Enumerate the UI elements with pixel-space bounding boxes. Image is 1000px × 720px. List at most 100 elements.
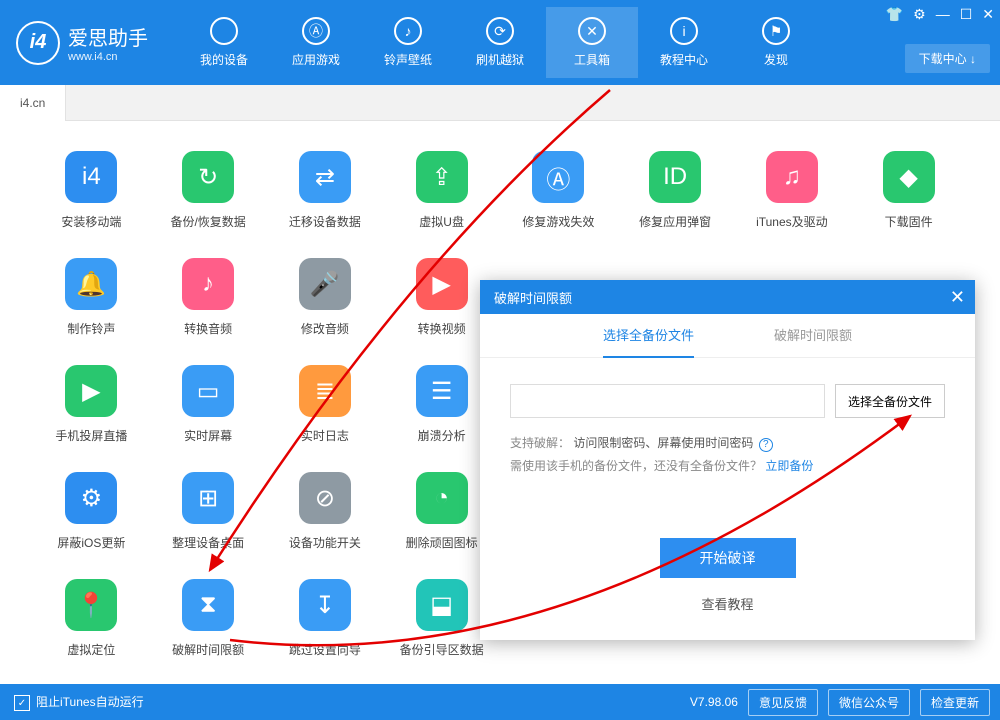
tool-label: 实时日志 bbox=[274, 427, 377, 444]
backup-path-input[interactable] bbox=[510, 384, 825, 418]
tool-label: 制作铃声 bbox=[40, 320, 143, 337]
view-tutorial-link[interactable]: 查看教程 bbox=[510, 594, 945, 613]
tool-label: 整理设备桌面 bbox=[157, 534, 260, 551]
tool-label: 设备功能开关 bbox=[274, 534, 377, 551]
close-icon[interactable]: ✕ bbox=[982, 6, 994, 23]
tool-icon: ⬓ bbox=[416, 579, 468, 631]
status-bar: 阻止iTunes自动运行 V7.98.06 意见反馈 微信公众号 检查更新 bbox=[0, 684, 1000, 720]
tool-备份/恢复数据[interactable]: ↻ 备份/恢复数据 bbox=[157, 151, 260, 230]
block-itunes-checkbox[interactable]: 阻止iTunes自动运行 bbox=[14, 693, 144, 712]
logo-icon: i4 bbox=[16, 21, 60, 65]
nav-icon: ⟳ bbox=[486, 17, 514, 45]
start-crack-button[interactable]: 开始破译 bbox=[660, 538, 796, 578]
tool-icon: ◔ bbox=[416, 472, 468, 524]
tool-修复应用弹窗[interactable]: ID修复应用弹窗 bbox=[624, 151, 727, 230]
nav-label: 发现 bbox=[730, 51, 822, 68]
wechat-button[interactable]: 微信公众号 bbox=[828, 689, 910, 716]
crack-time-dialog: 破解时间限额 ✕ 选择全备份文件 破解时间限额 选择全备份文件 支持破解： 访问… bbox=[480, 280, 975, 640]
nav-icon: Ⓐ bbox=[302, 17, 330, 45]
nav-item-3[interactable]: ⟳ 刷机越狱 bbox=[454, 7, 546, 78]
nav-icon: ⚑ bbox=[762, 17, 790, 45]
tool-转换视频[interactable]: ▶ 转换视频 bbox=[390, 258, 493, 337]
tool-icon: ▶ bbox=[416, 258, 468, 310]
tool-label: 破解时间限额 bbox=[157, 641, 260, 658]
dialog-tab-crack[interactable]: 破解时间限额 bbox=[774, 314, 852, 358]
help-icon[interactable]: ? bbox=[759, 438, 773, 452]
tool-修复游戏失效[interactable]: Ⓐ修复游戏失效 bbox=[507, 151, 610, 230]
tool-icon: ⇪ bbox=[416, 151, 468, 203]
tool-iTunes及驱动[interactable]: ♫iTunes及驱动 bbox=[741, 151, 844, 230]
download-center-button[interactable]: 下载中心 ↓ bbox=[905, 44, 990, 73]
tool-icon: ♪ bbox=[182, 258, 234, 310]
tool-label: 备份/恢复数据 bbox=[157, 213, 260, 230]
tab-i4[interactable]: i4.cn bbox=[0, 85, 66, 121]
shirt-icon[interactable]: 👕 bbox=[886, 6, 903, 23]
browser-tabs: i4.cn bbox=[0, 85, 1000, 121]
choose-backup-button[interactable]: 选择全备份文件 bbox=[835, 384, 945, 418]
tool-label: 下载固件 bbox=[857, 213, 960, 230]
tool-跳过设置向导[interactable]: ↧跳过设置向导 bbox=[274, 579, 377, 658]
tool-实时屏幕[interactable]: ▭实时屏幕 bbox=[157, 365, 260, 444]
nav-label: 工具箱 bbox=[546, 51, 638, 68]
nav-item-1[interactable]: Ⓐ 应用游戏 bbox=[270, 7, 362, 78]
nav-label: 铃声壁纸 bbox=[362, 51, 454, 68]
tool-icon: Ⓐ bbox=[532, 151, 584, 203]
app-title: 爱思助手 bbox=[68, 22, 148, 51]
tool-label: 迁移设备数据 bbox=[274, 213, 377, 230]
tool-修改音频[interactable]: 🎤修改音频 bbox=[274, 258, 377, 337]
backup-now-link[interactable]: 立即备份 bbox=[765, 459, 813, 473]
tool-设备功能开关[interactable]: ⊘设备功能开关 bbox=[274, 472, 377, 551]
tool-虚拟U盘[interactable]: ⇪ 虚拟U盘 bbox=[390, 151, 493, 230]
tool-屏蔽iOS更新[interactable]: ⚙ 屏蔽iOS更新 bbox=[40, 472, 143, 551]
tool-icon: ↻ bbox=[182, 151, 234, 203]
nav-label: 刷机越狱 bbox=[454, 51, 546, 68]
minimize-icon[interactable]: — bbox=[936, 6, 950, 23]
tool-icon: ⚙ bbox=[65, 472, 117, 524]
tool-迁移设备数据[interactable]: ⇄迁移设备数据 bbox=[274, 151, 377, 230]
tool-icon: 🔔 bbox=[65, 258, 117, 310]
tool-label: 转换视频 bbox=[390, 320, 493, 337]
tool-label: 备份引导区数据 bbox=[390, 641, 493, 658]
nav-item-4[interactable]: ✕工具箱 bbox=[546, 7, 638, 78]
tool-label: 跳过设置向导 bbox=[274, 641, 377, 658]
tool-icon: ☰ bbox=[416, 365, 468, 417]
dialog-close-icon[interactable]: ✕ bbox=[950, 287, 965, 308]
tool-安装移动端[interactable]: i4安装移动端 bbox=[40, 151, 143, 230]
tool-转换音频[interactable]: ♪ 转换音频 bbox=[157, 258, 260, 337]
tool-制作铃声[interactable]: 🔔 制作铃声 bbox=[40, 258, 143, 337]
nav-item-2[interactable]: ♪铃声壁纸 bbox=[362, 7, 454, 78]
maximize-icon[interactable]: ☐ bbox=[960, 6, 973, 23]
check-update-button[interactable]: 检查更新 bbox=[920, 689, 990, 716]
tool-删除顽固图标[interactable]: ◔ 删除顽固图标 bbox=[390, 472, 493, 551]
nav-item-6[interactable]: ⚑ 发现 bbox=[730, 7, 822, 78]
main-nav: 我的设备 Ⓐ 应用游戏♪铃声壁纸 ⟳ 刷机越狱✕工具箱i教程中心 ⚑ 发现 bbox=[178, 7, 822, 78]
nav-item-5[interactable]: i教程中心 bbox=[638, 7, 730, 78]
dialog-tab-select-backup[interactable]: 选择全备份文件 bbox=[603, 314, 694, 358]
tool-label: 修改音频 bbox=[274, 320, 377, 337]
tool-手机投屏直播[interactable]: ▶手机投屏直播 bbox=[40, 365, 143, 444]
nav-label: 应用游戏 bbox=[270, 51, 362, 68]
tool-虚拟定位[interactable]: 📍虚拟定位 bbox=[40, 579, 143, 658]
nav-label: 我的设备 bbox=[178, 51, 270, 68]
app-url: www.i4.cn bbox=[68, 51, 148, 63]
tool-实时日志[interactable]: ≣ 实时日志 bbox=[274, 365, 377, 444]
tool-破解时间限额[interactable]: ⧗破解时间限额 bbox=[157, 579, 260, 658]
settings-icon[interactable]: ⚙ bbox=[913, 6, 926, 23]
tool-下载固件[interactable]: ◆ 下载固件 bbox=[857, 151, 960, 230]
tool-label: iTunes及驱动 bbox=[741, 213, 844, 230]
nav-item-0[interactable]: 我的设备 bbox=[178, 7, 270, 78]
tool-label: 转换音频 bbox=[157, 320, 260, 337]
version-text: V7.98.06 bbox=[690, 695, 738, 709]
tool-icon: ▶ bbox=[65, 365, 117, 417]
tool-崩溃分析[interactable]: ☰崩溃分析 bbox=[390, 365, 493, 444]
tool-label: 屏蔽iOS更新 bbox=[40, 534, 143, 551]
tool-整理设备桌面[interactable]: ⊞整理设备桌面 bbox=[157, 472, 260, 551]
tool-备份引导区数据[interactable]: ⬓ 备份引导区数据 bbox=[390, 579, 493, 658]
tool-icon: 📍 bbox=[65, 579, 117, 631]
tool-icon: ◆ bbox=[883, 151, 935, 203]
tool-label: 删除顽固图标 bbox=[390, 534, 493, 551]
tool-label: 虚拟U盘 bbox=[390, 213, 493, 230]
nav-label: 教程中心 bbox=[638, 51, 730, 68]
feedback-button[interactable]: 意见反馈 bbox=[748, 689, 818, 716]
tool-icon: ≣ bbox=[299, 365, 351, 417]
